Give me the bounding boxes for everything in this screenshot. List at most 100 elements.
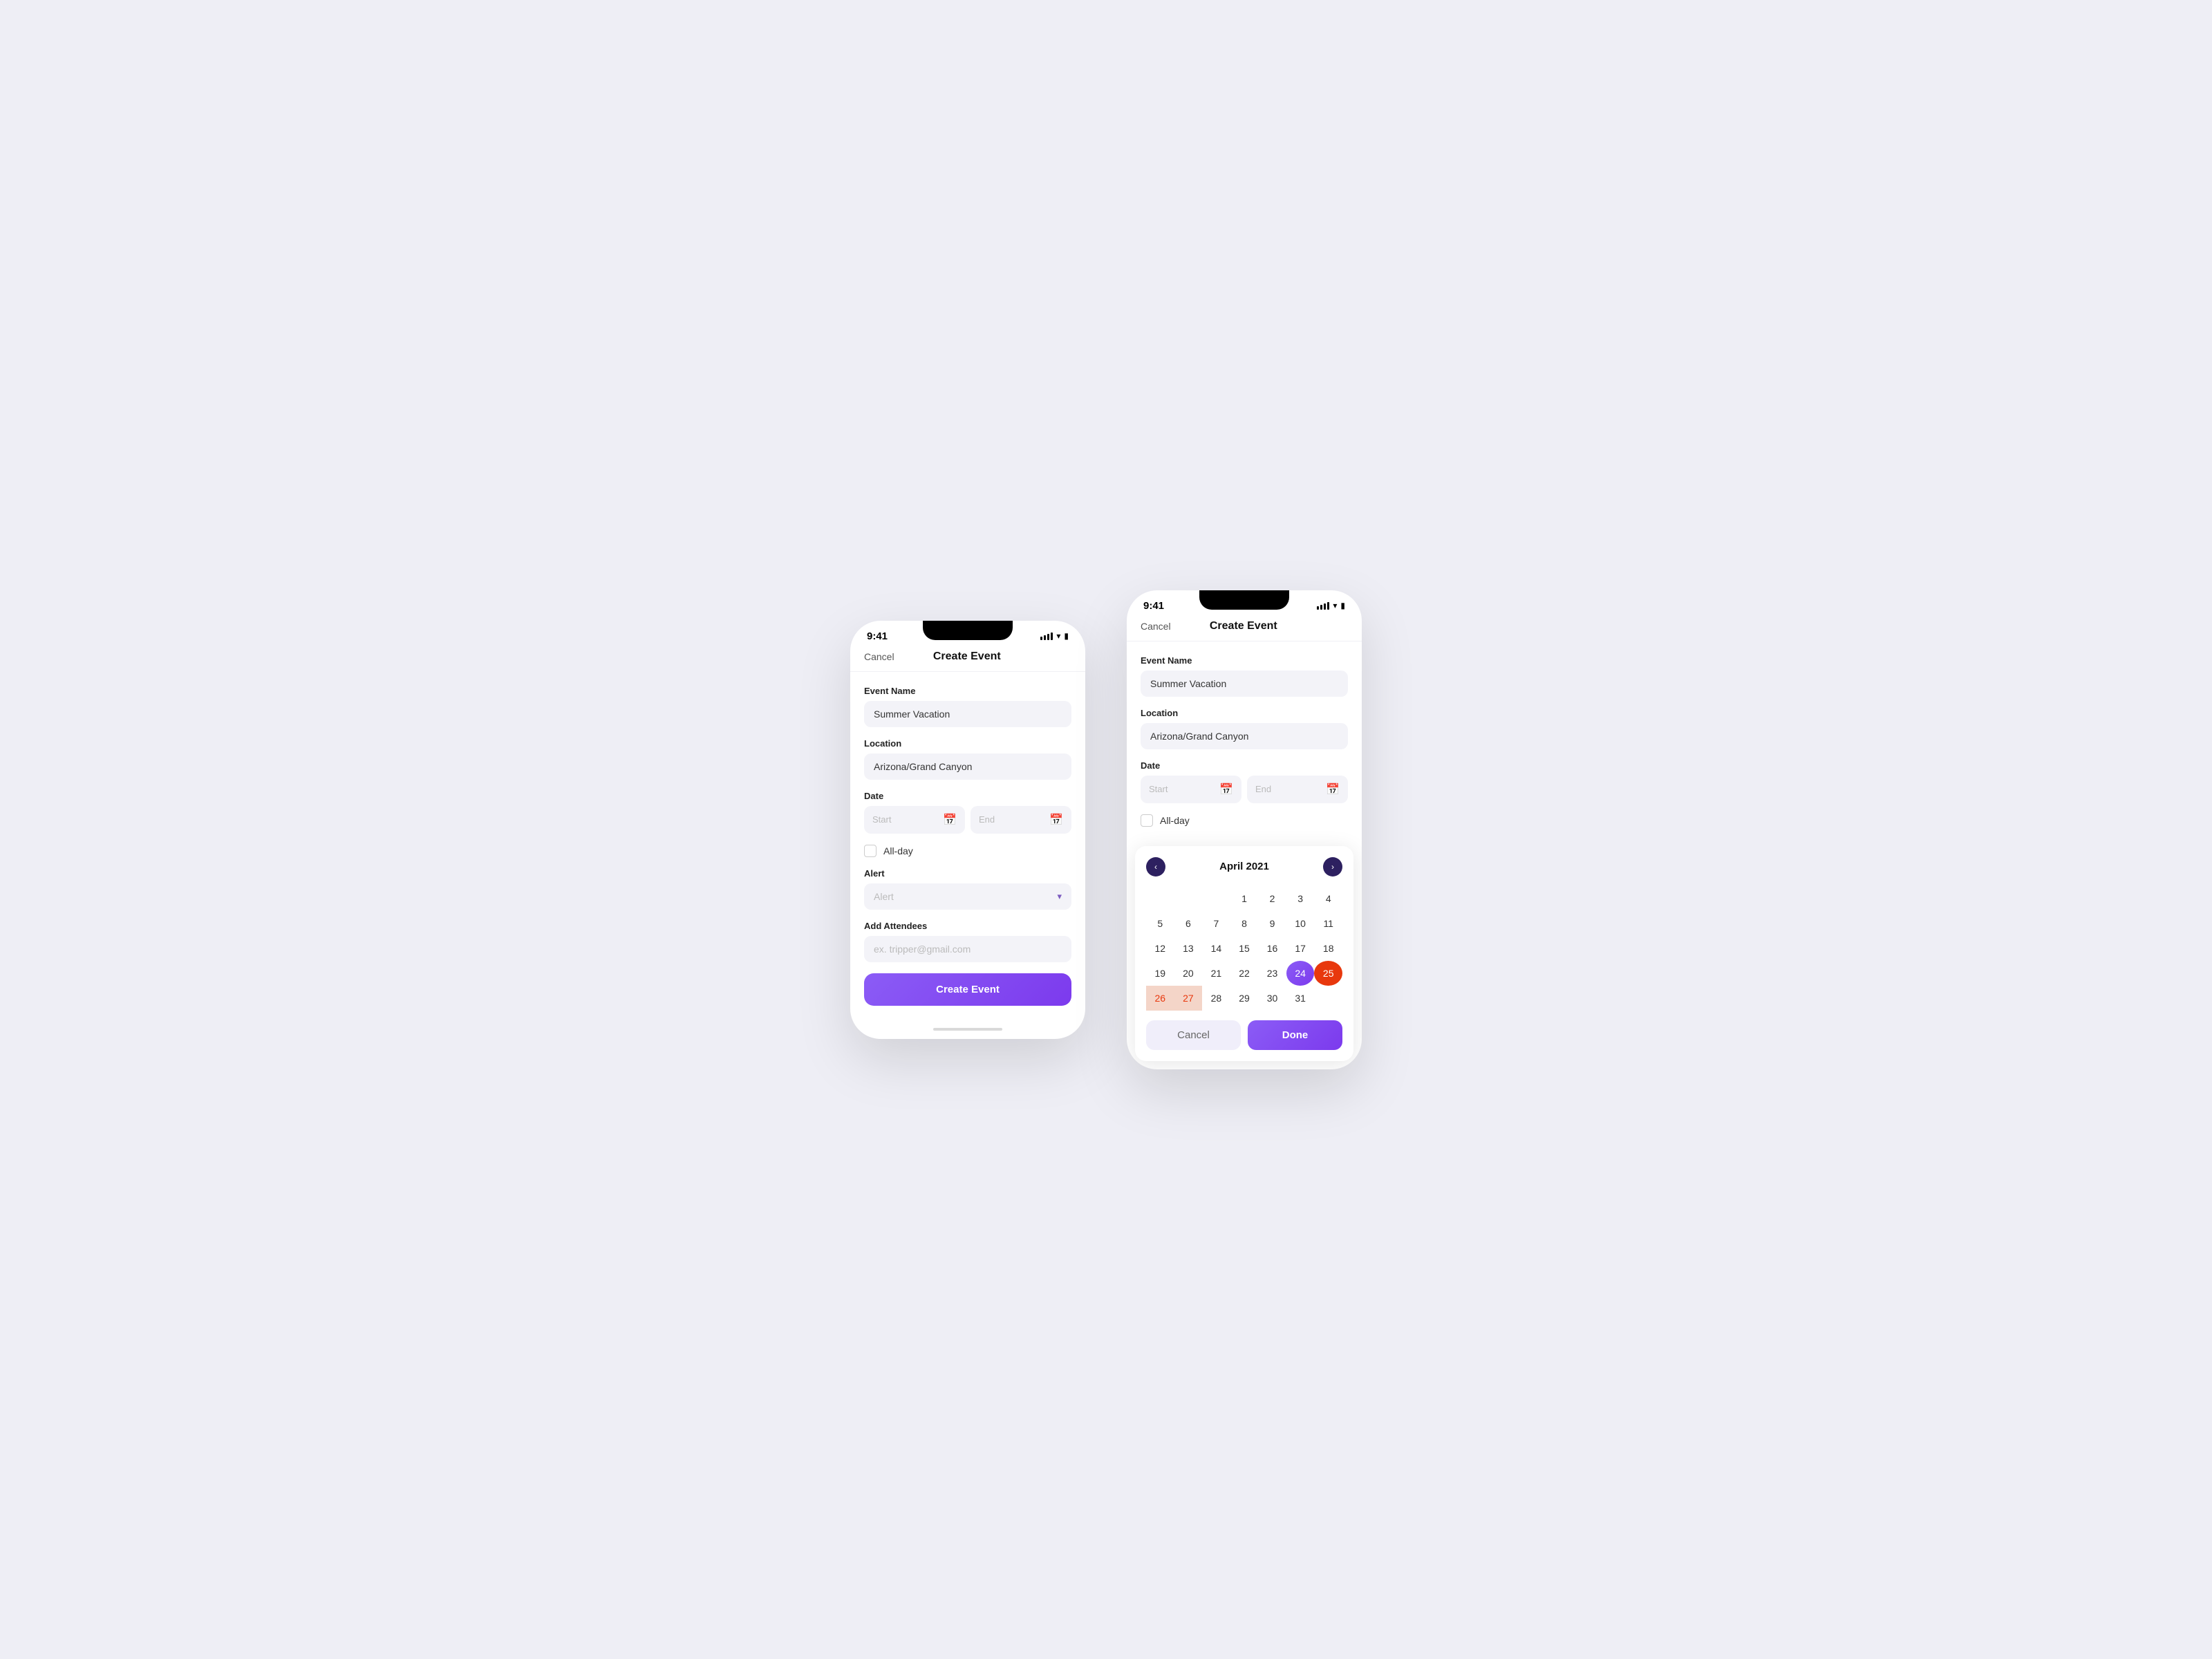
home-indicator-1 bbox=[850, 1022, 1085, 1039]
allday-checkbox[interactable] bbox=[864, 845, 877, 857]
calendar-day[interactable]: 24 bbox=[1286, 961, 1315, 986]
calendar-day[interactable]: 26 bbox=[1146, 986, 1174, 1011]
calendar-month-label: April 2021 bbox=[1219, 861, 1269, 872]
calendar-day[interactable]: 7 bbox=[1202, 911, 1230, 936]
start-date-field-2[interactable]: Start 📅 bbox=[1141, 776, 1241, 803]
calendar-day[interactable]: 29 bbox=[1230, 986, 1259, 1011]
event-name-group-2: Event Name Summer Vacation bbox=[1141, 655, 1348, 697]
calendar-day[interactable]: 22 bbox=[1230, 961, 1259, 986]
end-date-field[interactable]: End 📅 bbox=[971, 806, 1071, 834]
calendar-popup: ‹ April 2021 › 1234567891011121314151617… bbox=[1135, 846, 1353, 1061]
calendar-next-button[interactable]: › bbox=[1323, 857, 1342, 877]
alert-placeholder: Alert bbox=[874, 891, 894, 902]
allday-label: All-day bbox=[883, 845, 913, 856]
calendar-day[interactable]: 17 bbox=[1286, 936, 1315, 961]
battery-icon-1: ▮ bbox=[1064, 631, 1069, 641]
calendar-prev-button[interactable]: ‹ bbox=[1146, 857, 1165, 877]
start-placeholder: Start bbox=[872, 814, 891, 825]
allday-row: All-day bbox=[864, 845, 1071, 857]
calendar-day[interactable]: 23 bbox=[1258, 961, 1286, 986]
cancel-button-2[interactable]: Cancel bbox=[1141, 621, 1171, 632]
calendar-day[interactable]: 10 bbox=[1286, 911, 1315, 936]
allday-label-2: All-day bbox=[1160, 815, 1190, 826]
alert-group: Alert Alert ▾ bbox=[864, 868, 1071, 910]
signal-icon-2 bbox=[1317, 602, 1329, 610]
date-row: Start 📅 End 📅 bbox=[864, 806, 1071, 834]
attendees-input[interactable]: ex. tripper@gmail.com bbox=[864, 936, 1071, 962]
location-group-2: Location Arizona/Grand Canyon bbox=[1141, 708, 1348, 749]
date-row-2: Start 📅 End 📅 bbox=[1141, 776, 1348, 803]
calendar-header: ‹ April 2021 › bbox=[1146, 857, 1342, 877]
location-group: Location Arizona/Grand Canyon bbox=[864, 738, 1071, 780]
alert-label: Alert bbox=[864, 868, 1071, 879]
calendar-day[interactable]: 5 bbox=[1146, 911, 1174, 936]
start-date-field[interactable]: Start 📅 bbox=[864, 806, 965, 834]
page-title-1: Create Event bbox=[933, 650, 1001, 663]
calendar-start-icon: 📅 bbox=[943, 813, 957, 827]
end-placeholder: End bbox=[979, 814, 995, 825]
location-label: Location bbox=[864, 738, 1071, 749]
status-icons-1: ▾ ▮ bbox=[1040, 631, 1069, 641]
calendar-grid: 1234567891011121314151617181920212223242… bbox=[1146, 886, 1342, 1011]
calendar-day[interactable] bbox=[1174, 886, 1203, 911]
attendees-label: Add Attendees bbox=[864, 921, 1071, 931]
date-label: Date bbox=[864, 791, 1071, 801]
cancel-button-1[interactable]: Cancel bbox=[864, 651, 894, 662]
event-name-label-2: Event Name bbox=[1141, 655, 1348, 666]
signal-icon-1 bbox=[1040, 632, 1053, 640]
calendar-day[interactable]: 20 bbox=[1174, 961, 1203, 986]
calendar-day[interactable] bbox=[1202, 886, 1230, 911]
calendar-done-button[interactable]: Done bbox=[1248, 1020, 1342, 1050]
calendar-day[interactable]: 18 bbox=[1314, 936, 1342, 961]
start-placeholder-2: Start bbox=[1149, 784, 1168, 794]
calendar-day[interactable]: 3 bbox=[1286, 886, 1315, 911]
event-name-group: Event Name Summer Vacation bbox=[864, 686, 1071, 727]
date-group-2: Date Start 📅 End 📅 bbox=[1141, 760, 1348, 803]
calendar-day[interactable]: 21 bbox=[1202, 961, 1230, 986]
allday-row-2: All-day bbox=[1141, 814, 1348, 827]
calendar-day[interactable]: 2 bbox=[1258, 886, 1286, 911]
calendar-day[interactable]: 19 bbox=[1146, 961, 1174, 986]
calendar-day[interactable] bbox=[1146, 886, 1174, 911]
calendar-day[interactable]: 4 bbox=[1314, 886, 1342, 911]
scene: 9:41 ▾ ▮ Cancel Create Event bbox=[809, 549, 1403, 1111]
calendar-day[interactable]: 14 bbox=[1202, 936, 1230, 961]
nav-bar-2: Cancel Create Event bbox=[1127, 616, 1362, 641]
calendar-day[interactable]: 27 bbox=[1174, 986, 1203, 1011]
create-event-button[interactable]: Create Event bbox=[864, 973, 1071, 1006]
end-date-field-2[interactable]: End 📅 bbox=[1247, 776, 1348, 803]
date-group: Date Start 📅 End 📅 bbox=[864, 791, 1071, 834]
calendar-day[interactable]: 16 bbox=[1258, 936, 1286, 961]
event-name-label: Event Name bbox=[864, 686, 1071, 696]
status-bar-2: 9:41 ▾ ▮ bbox=[1127, 590, 1362, 616]
calendar-day[interactable]: 25 bbox=[1314, 961, 1342, 986]
event-name-input-2[interactable]: Summer Vacation bbox=[1141, 671, 1348, 697]
calendar-day[interactable]: 30 bbox=[1258, 986, 1286, 1011]
calendar-day[interactable]: 8 bbox=[1230, 911, 1259, 936]
form-1: Event Name Summer Vacation Location Ariz… bbox=[850, 672, 1085, 1022]
location-input-2[interactable]: Arizona/Grand Canyon bbox=[1141, 723, 1348, 749]
calendar-day[interactable]: 1 bbox=[1230, 886, 1259, 911]
alert-dropdown[interactable]: Alert ▾ bbox=[864, 883, 1071, 910]
nav-bar-1: Cancel Create Event bbox=[850, 646, 1085, 672]
calendar-day[interactable]: 28 bbox=[1202, 986, 1230, 1011]
battery-icon-2: ▮ bbox=[1340, 601, 1345, 610]
calendar-day[interactable]: 31 bbox=[1286, 986, 1315, 1011]
event-name-input[interactable]: Summer Vacation bbox=[864, 701, 1071, 727]
calendar-day[interactable]: 15 bbox=[1230, 936, 1259, 961]
calendar-day[interactable]: 11 bbox=[1314, 911, 1342, 936]
phone-2: 9:41 ▾ ▮ Cancel Create Event bbox=[1127, 590, 1362, 1069]
location-input[interactable]: Arizona/Grand Canyon bbox=[864, 753, 1071, 780]
calendar-day[interactable]: 13 bbox=[1174, 936, 1203, 961]
allday-checkbox-2[interactable] bbox=[1141, 814, 1153, 827]
calendar-end-icon-2: 📅 bbox=[1326, 782, 1340, 796]
form-2: Event Name Summer Vacation Location Ariz… bbox=[1127, 641, 1362, 846]
date-label-2: Date bbox=[1141, 760, 1348, 771]
calendar-day[interactable]: 12 bbox=[1146, 936, 1174, 961]
calendar-day[interactable]: 9 bbox=[1258, 911, 1286, 936]
chevron-down-icon: ▾ bbox=[1057, 891, 1062, 902]
status-bar-1: 9:41 ▾ ▮ bbox=[850, 621, 1085, 646]
calendar-day[interactable]: 6 bbox=[1174, 911, 1203, 936]
phone-1: 9:41 ▾ ▮ Cancel Create Event bbox=[850, 621, 1085, 1039]
calendar-cancel-button[interactable]: Cancel bbox=[1146, 1020, 1241, 1050]
